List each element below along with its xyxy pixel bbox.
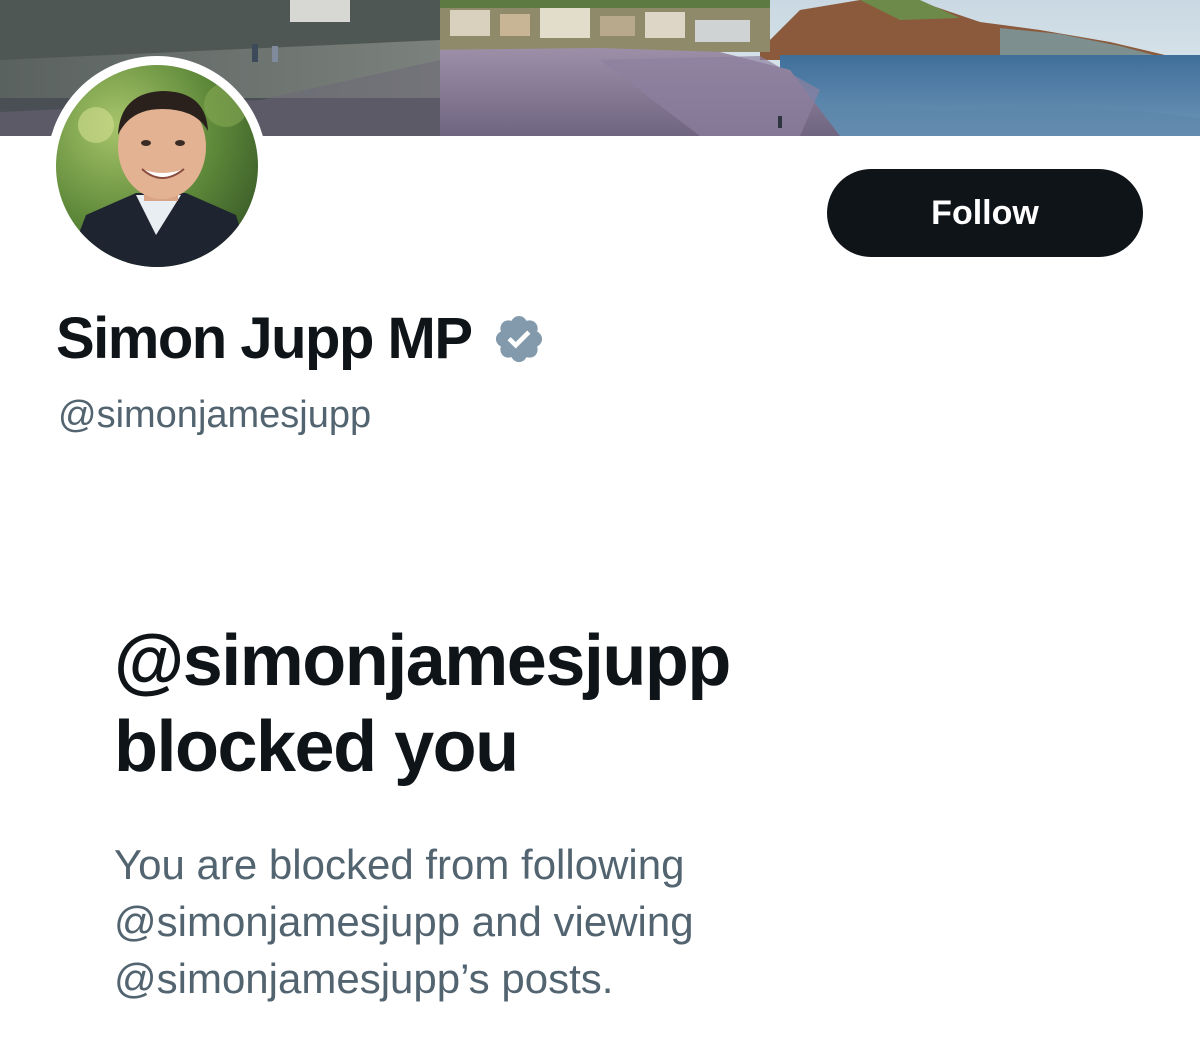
blocked-title: @simonjamesjupp blocked you [114, 618, 1014, 790]
profile-name-row: Simon Jupp MP [56, 304, 546, 374]
blocked-description-line: @simonjamesjupp’s posts. [114, 955, 614, 1002]
avatar-photo [56, 65, 258, 267]
blocked-description-line: @simonjamesjupp and viewing [114, 898, 694, 945]
display-name: Simon Jupp MP [56, 306, 473, 371]
verified-badge-icon[interactable] [492, 312, 546, 366]
blocked-description: You are blocked from following @simonjam… [114, 836, 914, 1007]
blocked-title-line: @simonjamesjupp [114, 621, 731, 701]
follow-button[interactable]: Follow [827, 169, 1143, 257]
profile-handle: @simonjamesjupp [58, 394, 372, 436]
blocked-title-line: blocked you [114, 707, 519, 787]
avatar[interactable] [47, 56, 267, 276]
blocked-description-line: You are blocked from following [114, 841, 685, 888]
